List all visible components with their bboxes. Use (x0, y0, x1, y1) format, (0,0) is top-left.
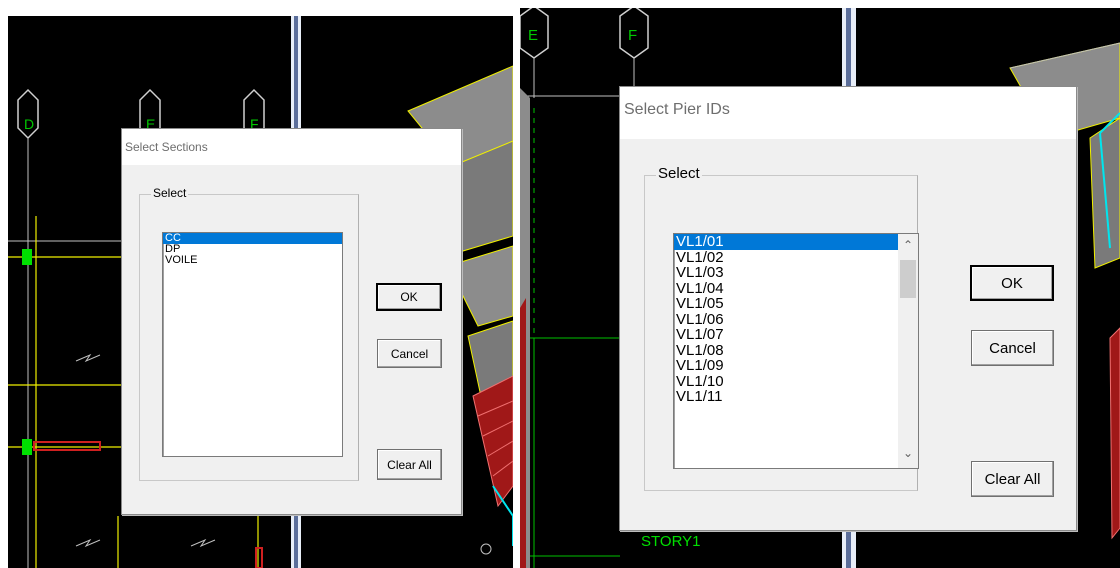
list-item[interactable]: VOILE (163, 255, 342, 266)
list-item[interactable]: VL1/01 (674, 234, 898, 250)
list-item[interactable]: VL1/04 (674, 280, 898, 297)
cancel-button[interactable]: Cancel (377, 339, 442, 368)
ok-button[interactable]: OK (970, 265, 1054, 301)
list-item[interactable]: VL1/10 (674, 373, 898, 390)
select-pier-ids-dialog: Select Pier IDs Select VL1/01 VL1/02 VL1… (619, 86, 1077, 531)
scroll-up-icon[interactable]: ⌃ (898, 238, 918, 252)
sections-listbox[interactable]: CC DP VOILE (162, 232, 343, 457)
listbox-scrollbar[interactable]: ⌃ ⌄ (898, 234, 918, 468)
scroll-down-icon[interactable]: ⌄ (898, 446, 918, 460)
clear-all-button[interactable]: Clear All (971, 461, 1054, 497)
dialog-title[interactable]: Select Pier IDs (620, 87, 1076, 139)
pier-ids-listbox[interactable]: VL1/01 VL1/02 VL1/03 VL1/04 VL1/05 VL1/0… (673, 233, 919, 469)
list-item[interactable]: VL1/11 (674, 389, 898, 405)
list-item[interactable]: VL1/07 (674, 327, 898, 343)
story-label: STORY1 (641, 533, 701, 550)
ok-button[interactable]: OK (376, 283, 442, 311)
list-item[interactable]: VL1/02 (674, 249, 898, 266)
grid-bubble-e: E (520, 8, 549, 59)
list-item[interactable]: VL1/08 (674, 342, 898, 359)
scrollbar-thumb[interactable] (900, 260, 916, 298)
list-item[interactable]: VL1/03 (674, 265, 898, 281)
select-group-label: Select (151, 186, 189, 200)
list-item[interactable]: CC (163, 233, 342, 244)
select-sections-dialog: Select Sections Select CC DP VOILE OK Ca… (121, 128, 462, 515)
list-item[interactable]: VL1/05 (674, 296, 898, 312)
select-group-label: Select (656, 165, 702, 182)
list-item[interactable]: VL1/09 (674, 358, 898, 374)
cancel-button[interactable]: Cancel (971, 330, 1054, 366)
grid-label-e: E (528, 27, 538, 44)
grid-label-f: F (628, 27, 637, 44)
dialog-title[interactable]: Select Sections (122, 129, 461, 165)
grid-bubble-d: D (17, 88, 39, 140)
clear-all-button[interactable]: Clear All (377, 449, 442, 480)
list-item[interactable]: VL1/06 (674, 311, 898, 328)
grid-bubble-f: F (619, 8, 649, 59)
grid-label-d: D (24, 116, 34, 132)
